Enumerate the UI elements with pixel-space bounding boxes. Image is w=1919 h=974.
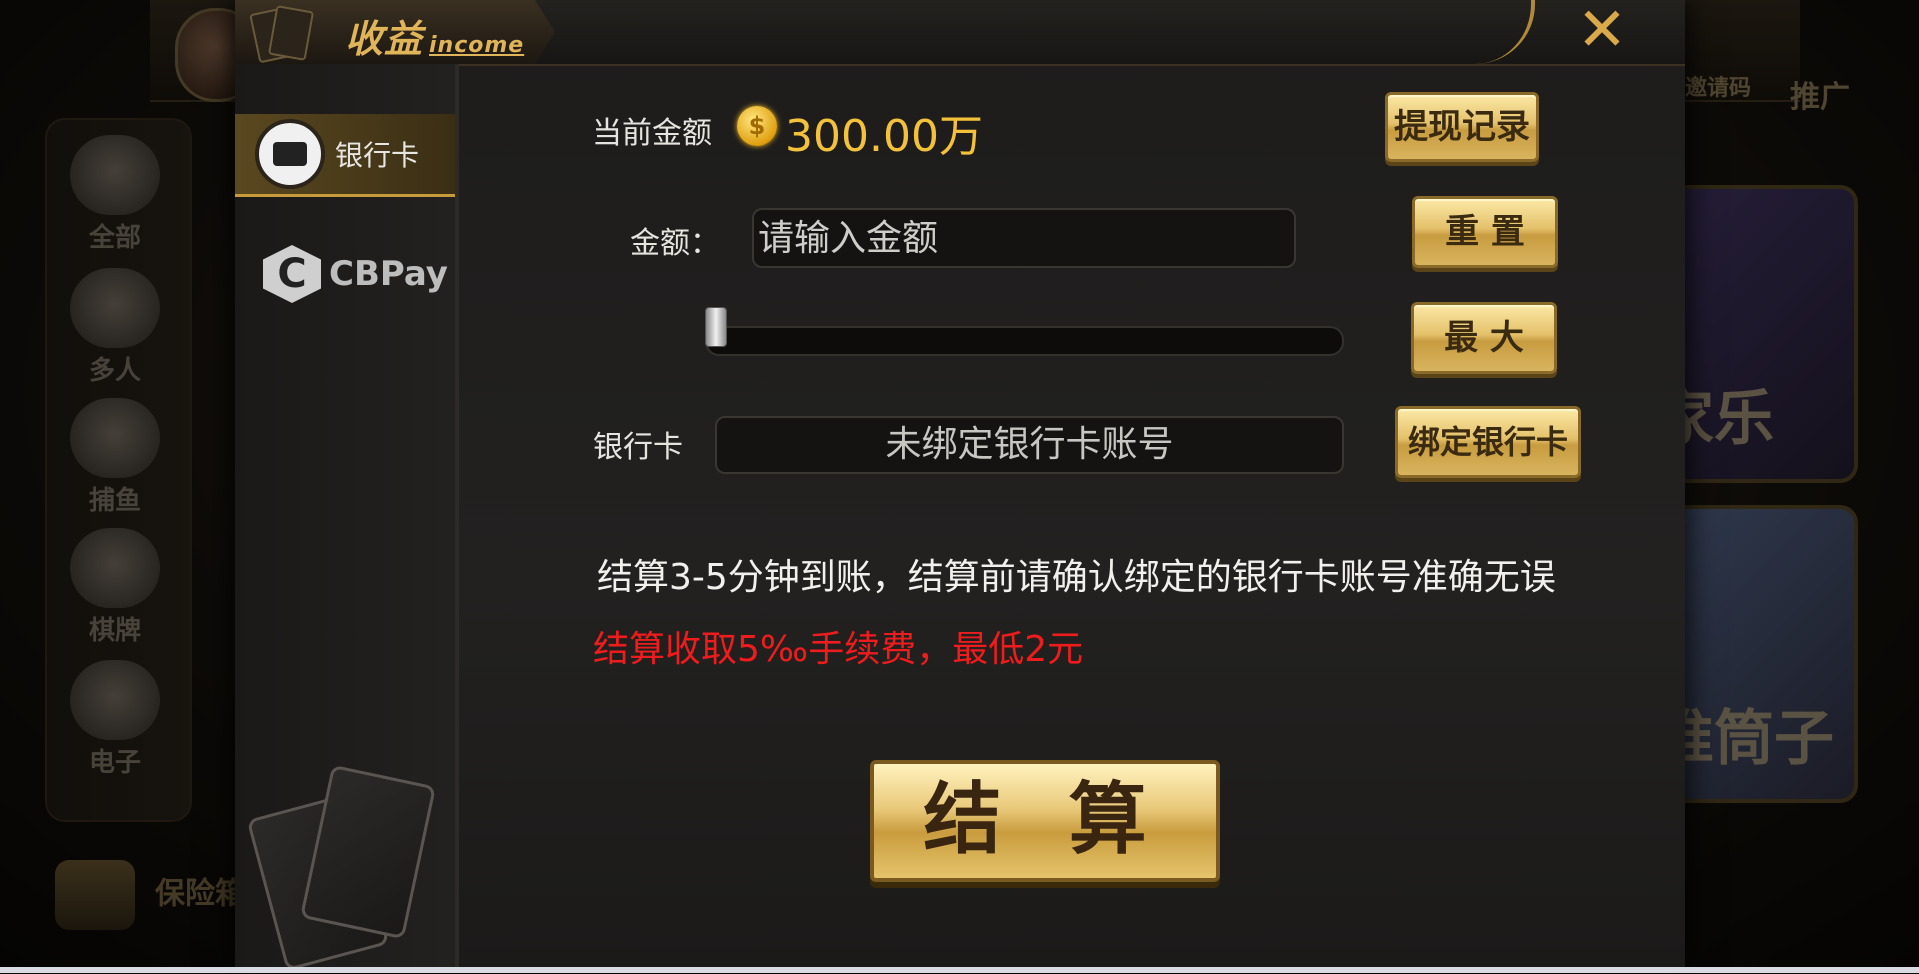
amount-slider-track[interactable] — [705, 326, 1344, 356]
decorative-cards-icon — [245, 754, 437, 974]
settle-button[interactable]: 结 算 — [870, 760, 1220, 882]
withdraw-history-button[interactable]: 提现记录 — [1385, 92, 1539, 162]
settlement-note: 结算3-5分钟到账，结算前请确认绑定的银行卡账号准确无误 — [597, 557, 1556, 598]
amount-slider-thumb[interactable] — [705, 307, 727, 347]
bank-card-icon — [255, 119, 325, 189]
tab-label: 银行卡 — [335, 139, 420, 172]
gold-coin-icon: $ — [737, 106, 777, 146]
cards-icon — [249, 5, 315, 64]
fee-note: 结算收取5‰手续费，最低2元 — [593, 629, 1084, 670]
header-ornament — [1461, 0, 1535, 64]
max-button[interactable]: 最 大 — [1411, 302, 1557, 374]
dialog-header: 收益 income ✕ — [235, 0, 1685, 66]
tab-bank-card[interactable]: 银行卡 — [235, 114, 455, 197]
dialog-subtitle: income — [429, 33, 525, 58]
payment-method-sidebar: 银行卡 C CBPay — [235, 64, 459, 972]
bind-bank-card-button[interactable]: 绑定银行卡 — [1395, 406, 1581, 478]
close-icon[interactable]: ✕ — [1574, 0, 1630, 60]
bank-card-account-field: 未绑定银行卡账号 — [715, 416, 1344, 474]
screen-bottom-edge — [0, 967, 1919, 973]
tab-label: CBPay — [329, 254, 448, 294]
bank-card-label: 银行卡 — [593, 430, 683, 465]
income-dialog: 收益 income ✕ 银行卡 C CBPay 当前金额 $ 300.00万 提现… — [235, 0, 1685, 972]
dialog-title: 收益 income — [345, 17, 525, 61]
reset-button[interactable]: 重 置 — [1412, 196, 1558, 268]
amount-label: 金额： — [630, 226, 720, 261]
cbpay-logo-icon: C — [263, 245, 321, 303]
balance-value: 300.00万 — [785, 111, 983, 162]
tab-cbpay[interactable]: C CBPay — [235, 234, 455, 314]
amount-input[interactable] — [754, 210, 1294, 266]
balance-label: 当前金额 — [592, 116, 712, 151]
amount-field — [752, 208, 1296, 268]
